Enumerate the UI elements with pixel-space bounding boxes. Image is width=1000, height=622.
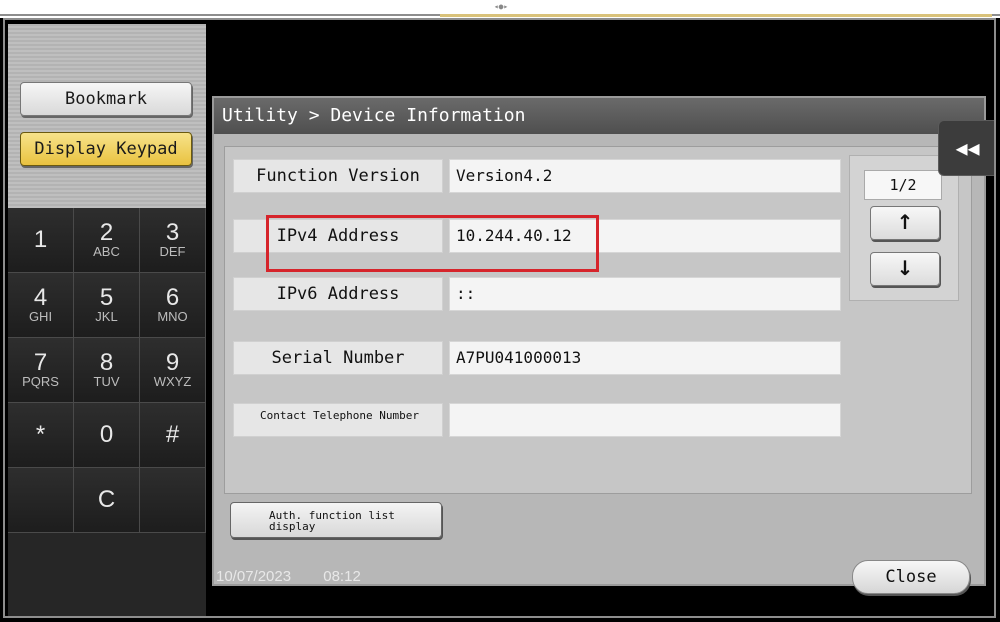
key-blank (8, 468, 74, 533)
key-digit: # (165, 421, 180, 448)
key-letters: DEF (159, 244, 186, 259)
device-information-window: Utility > Device Information Function Ve… (212, 96, 986, 586)
pager: 1/2 ↑ ↓ (849, 155, 959, 301)
double-chevron-left-icon[interactable]: ◀◀ (938, 120, 996, 176)
window-title: Utility > Device Information (214, 98, 984, 134)
right-area: Utility > Device Information Function Ve… (206, 24, 996, 616)
drag-handle-icon: ◂●▸ (493, 2, 509, 11)
key-6[interactable]: 6 MNO (140, 273, 206, 338)
row-value: Version4.2 (449, 159, 841, 193)
key-digit: 3 (165, 219, 180, 246)
display-keypad-button[interactable]: Display Keypad (20, 132, 192, 166)
key-letters: JKL (95, 309, 118, 324)
key-digit: 1 (33, 226, 48, 253)
left-panel-footer (8, 600, 206, 616)
row-contact-telephone: Contact Telephone Number (233, 403, 841, 437)
info-panel: Function Version Version4.2 IPv4 Address… (224, 146, 972, 494)
key-letters: PQRS (22, 374, 59, 389)
key-letters: MNO (157, 309, 188, 324)
key-digit: 2 (99, 219, 114, 246)
key-hash[interactable]: # (140, 403, 206, 468)
close-button[interactable]: Close (852, 560, 970, 594)
key-digit: 4 (33, 284, 48, 311)
key-digit: 6 (165, 284, 180, 311)
key-3[interactable]: 3 DEF (140, 208, 206, 273)
keypad: 1 2 ABC 3 DEF 4 GHI 5 JKL 6 MNO 7 PQRS 8 TUV 9W… (8, 208, 206, 600)
row-value: 10.244.40.12 (449, 219, 841, 253)
row-value: A7PU041000013 (449, 341, 841, 375)
key-4[interactable]: 4 GHI (8, 273, 74, 338)
key-digit: C (97, 486, 116, 513)
row-ipv6-address: IPv6 Address :: (233, 277, 841, 311)
key-0[interactable]: 0 (74, 403, 140, 468)
status-bar: 10/07/2023 08:12 (216, 568, 476, 590)
key-letters: TUV (93, 374, 120, 389)
key-clear[interactable]: C (74, 468, 140, 533)
bookmark-button[interactable]: Bookmark (20, 82, 192, 116)
key-7[interactable]: 7 PQRS (8, 338, 74, 403)
status-date: 10/07/2023 (216, 568, 292, 585)
key-digit: 8 (99, 349, 114, 376)
arrow-up-icon[interactable]: ↑ (870, 206, 940, 240)
row-value (449, 403, 841, 437)
key-letters: GHI (28, 309, 53, 324)
row-label: IPv6 Address (233, 277, 443, 311)
auth-function-list-button[interactable]: Auth. function list display (230, 502, 442, 538)
key-5[interactable]: 5 JKL (74, 273, 140, 338)
key-1[interactable]: 1 (8, 208, 74, 273)
status-time: 08:12 (323, 568, 361, 585)
arrow-down-icon[interactable]: ↓ (870, 252, 940, 286)
device-screen: ◂●▸ Bookmark Display Keypad 1 2 ABC 3 DEF … (0, 0, 1000, 622)
key-8[interactable]: 8 TUV (74, 338, 140, 403)
row-label: Function Version (233, 159, 443, 193)
key-digit: 5 (99, 284, 114, 311)
row-ipv4-address: IPv4 Address 10.244.40.12 (233, 219, 841, 253)
divider (440, 14, 992, 17)
key-letters: WXYZ (153, 374, 192, 389)
row-value: :: (449, 277, 841, 311)
key-digit: * (35, 421, 46, 448)
key-9[interactable]: 9 WXYZ (140, 338, 206, 403)
row-label: Serial Number (233, 341, 443, 375)
key-digit: 0 (99, 421, 114, 448)
page-indicator: 1/2 (864, 170, 942, 200)
key-asterisk[interactable]: * (8, 403, 74, 468)
row-label: IPv4 Address (233, 219, 443, 253)
row-function-version: Function Version Version4.2 (233, 159, 841, 193)
key-digit: 9 (165, 349, 180, 376)
row-serial-number: Serial Number A7PU041000013 (233, 341, 841, 375)
key-digit: 7 (33, 349, 48, 376)
left-panel: Bookmark Display Keypad 1 2 ABC 3 DEF 4 GHI… (8, 24, 206, 616)
key-2[interactable]: 2 ABC (74, 208, 140, 273)
top-strip: ◂●▸ (0, 0, 1000, 18)
row-label: Contact Telephone Number (233, 403, 443, 437)
key-blank (140, 468, 206, 533)
key-letters: ABC (93, 244, 120, 259)
